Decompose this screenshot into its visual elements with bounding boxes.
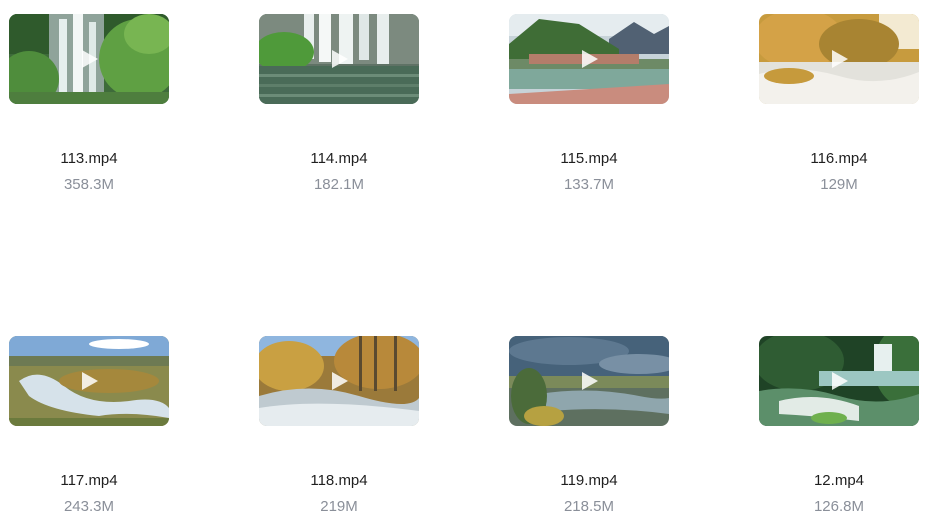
video-filename: 118.mp4 bbox=[310, 472, 368, 489]
video-filesize: 182.1M bbox=[313, 176, 365, 193]
video-thumbnail[interactable] bbox=[9, 336, 169, 426]
video-grid: 113.mp4 358.3M 114.mp4 182.1M 115.mp4 13… bbox=[0, 0, 929, 521]
video-filesize: 133.7M bbox=[563, 176, 615, 193]
play-icon[interactable] bbox=[330, 49, 350, 69]
play-icon[interactable] bbox=[830, 49, 850, 69]
video-tile[interactable]: 119.mp4 218.5M bbox=[509, 336, 669, 521]
video-filename: 115.mp4 bbox=[560, 150, 618, 167]
video-filename: 12.mp4 bbox=[813, 472, 865, 489]
video-thumbnail[interactable] bbox=[509, 336, 669, 426]
play-icon[interactable] bbox=[580, 371, 600, 391]
video-filename: 119.mp4 bbox=[560, 472, 618, 489]
video-tile[interactable]: 114.mp4 182.1M bbox=[259, 14, 419, 204]
play-icon[interactable] bbox=[80, 49, 100, 69]
video-filesize: 219M bbox=[320, 498, 358, 515]
video-thumbnail[interactable] bbox=[759, 336, 919, 426]
video-filesize: 358.3M bbox=[63, 176, 115, 193]
video-filename: 113.mp4 bbox=[60, 150, 118, 167]
video-thumbnail[interactable] bbox=[9, 14, 169, 104]
video-tile[interactable]: 115.mp4 133.7M bbox=[509, 14, 669, 204]
play-icon[interactable] bbox=[330, 371, 350, 391]
video-filesize: 126.8M bbox=[813, 498, 865, 515]
play-icon[interactable] bbox=[580, 49, 600, 69]
video-filename: 116.mp4 bbox=[810, 150, 868, 167]
play-icon[interactable] bbox=[80, 371, 100, 391]
video-tile[interactable]: 117.mp4 243.3M bbox=[9, 336, 169, 521]
video-thumbnail[interactable] bbox=[259, 336, 419, 426]
video-tile[interactable]: 116.mp4 129M bbox=[759, 14, 919, 204]
video-filename: 117.mp4 bbox=[60, 472, 118, 489]
video-thumbnail[interactable] bbox=[259, 14, 419, 104]
play-icon[interactable] bbox=[830, 371, 850, 391]
video-filesize: 129M bbox=[820, 176, 858, 193]
video-tile[interactable]: 113.mp4 358.3M bbox=[9, 14, 169, 204]
video-tile[interactable]: 118.mp4 219M bbox=[259, 336, 419, 521]
video-tile[interactable]: 12.mp4 126.8M bbox=[759, 336, 919, 521]
video-thumbnail[interactable] bbox=[759, 14, 919, 104]
video-filesize: 218.5M bbox=[563, 498, 615, 515]
video-filename: 114.mp4 bbox=[310, 150, 368, 167]
video-thumbnail[interactable] bbox=[509, 14, 669, 104]
video-filesize: 243.3M bbox=[63, 498, 115, 515]
